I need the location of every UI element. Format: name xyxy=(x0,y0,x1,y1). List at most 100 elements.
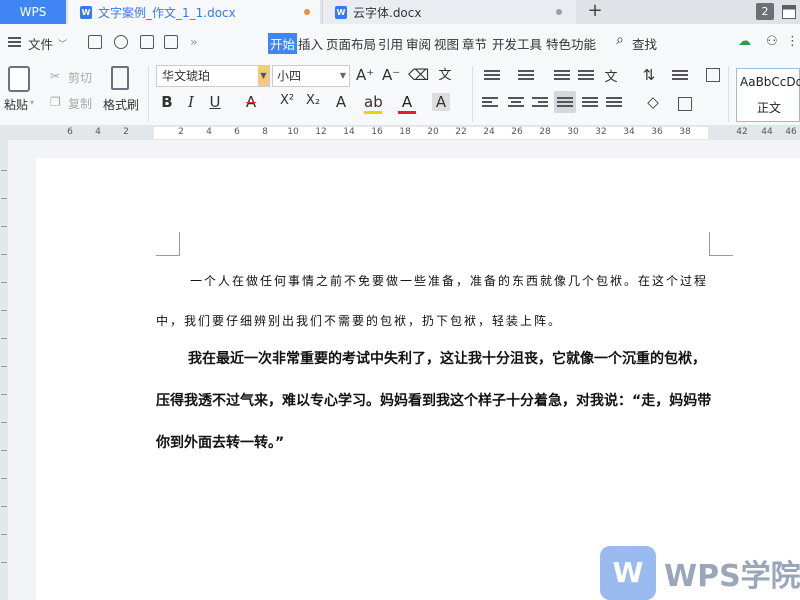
ruler-number: 24 xyxy=(483,127,495,137)
character-shading-icon[interactable]: A xyxy=(432,93,450,111)
align-left-icon[interactable] xyxy=(482,97,498,109)
tab-chapter[interactable]: 章节 xyxy=(462,34,487,53)
decrease-indent-icon[interactable] xyxy=(554,70,570,82)
increase-indent-icon[interactable] xyxy=(578,70,594,82)
format-painter-icon[interactable] xyxy=(111,66,129,90)
font-name-value: 华文琥珀 xyxy=(162,69,211,83)
tab-insert[interactable]: 插入 xyxy=(298,34,323,53)
chevron-down-icon[interactable]: ﹀ xyxy=(58,37,67,50)
strikethrough-button[interactable]: A xyxy=(242,93,260,111)
highlight-icon[interactable]: ab xyxy=(364,93,383,114)
more-icon[interactable]: » xyxy=(190,34,198,49)
ruler-number: 6 xyxy=(234,127,240,137)
ruler-number: 20 xyxy=(427,127,439,137)
divider xyxy=(148,66,149,122)
grow-font-icon[interactable]: A⁺ xyxy=(356,66,374,84)
wps-home-tab[interactable]: WPS xyxy=(0,0,66,24)
tab-developer[interactable]: 开发工具 xyxy=(492,34,542,53)
ruler-number: 18 xyxy=(399,127,411,137)
search-label[interactable]: 查找 xyxy=(632,34,657,53)
close-tab-icon[interactable] xyxy=(556,9,562,15)
margin-corner-mark xyxy=(156,232,180,256)
document-tab-inactive[interactable]: W 云字体.docx xyxy=(322,0,576,24)
unsaved-indicator-icon[interactable] xyxy=(304,9,310,15)
word-doc-icon: W xyxy=(80,5,92,19)
borders-icon[interactable] xyxy=(678,97,692,111)
superscript-button[interactable]: X² xyxy=(276,93,298,108)
horizontal-ruler[interactable]: 6 4 2 2 4 6 8 10 12 14 16 18 20 22 24 26… xyxy=(0,126,800,140)
subscript-button[interactable]: X₂ xyxy=(302,93,324,108)
share-user-icon[interactable]: ⚇ xyxy=(766,34,778,49)
vertical-ruler[interactable] xyxy=(0,140,8,600)
document-paragraph-selected-font[interactable]: 我在最近一次非常重要的考试中失利了，这让我十分沮丧，它就像一个沉重的包袱，压得我… xyxy=(156,338,716,464)
font-size-value: 小四 xyxy=(277,69,302,83)
document-page[interactable]: 一个人在做任何事情之前不免要做一些准备，准备的东西就像几个包袱。在这个过程中，我… xyxy=(36,158,800,600)
numbered-list-icon[interactable] xyxy=(518,70,534,82)
font-size-select[interactable]: 小四 ▼ xyxy=(272,65,350,87)
tab-count-badge[interactable]: 2 xyxy=(756,3,774,20)
clear-format-icon[interactable]: ⌫ xyxy=(408,66,429,84)
bullet-list-icon[interactable] xyxy=(484,70,500,82)
file-menu[interactable]: 文件 xyxy=(28,34,53,53)
ruler-number: 6 xyxy=(67,127,73,137)
chevron-down-icon[interactable]: ▼ xyxy=(258,66,269,86)
paste-button[interactable]: 粘贴 xyxy=(4,96,28,113)
align-right-icon[interactable] xyxy=(532,97,548,109)
ruler-number: 42 xyxy=(736,127,748,137)
watermark-text: WPS学院 xyxy=(664,559,800,594)
bold-button[interactable]: B xyxy=(158,93,176,111)
ruler-number: 36 xyxy=(651,127,663,137)
cut-button[interactable]: 剪切 xyxy=(68,69,92,86)
ruler-number: 28 xyxy=(539,127,551,137)
phonetic-guide-icon[interactable]: 文 xyxy=(436,64,454,83)
table-borders-icon[interactable] xyxy=(706,68,720,82)
format-painter-button[interactable]: 格式刷 xyxy=(103,96,139,113)
save-icon[interactable] xyxy=(88,35,102,49)
tab-special-features[interactable]: 特色功能 xyxy=(546,34,596,53)
style-normal[interactable]: AaBbCcDd 正文 xyxy=(736,68,800,122)
document-paragraph[interactable]: 一个人在做任何事情之前不免要做一些准备，准备的东西就像几个包袱。在这个过程中，我… xyxy=(156,261,716,341)
show-marks-icon[interactable] xyxy=(672,70,688,82)
chevron-down-icon[interactable]: ▼ xyxy=(340,66,346,86)
document-tab-active[interactable]: W 文字案例_作文_1_1.docx xyxy=(68,0,320,24)
ruler-number: 26 xyxy=(511,127,523,137)
tab-start[interactable]: 开始 xyxy=(268,33,298,54)
italic-button[interactable]: I xyxy=(182,93,200,111)
wps-academy-watermark: W WPS学院 xyxy=(600,546,800,600)
ribbon-toolbar: 粘贴 ▾ ✂ 剪切 ❐ 复制 格式刷 华文琥珀 ▼ 小四 ▼ A⁺ A⁻ ⌫ 文… xyxy=(0,60,800,126)
more-options-icon[interactable]: ⋮ xyxy=(786,34,799,49)
margin-corner-mark xyxy=(709,232,733,256)
ruler-number: 46 xyxy=(785,127,797,137)
cloud-sync-icon[interactable]: ☁ xyxy=(738,34,751,49)
font-color-icon[interactable]: A xyxy=(398,93,416,114)
justify-icon xyxy=(557,97,573,109)
font-name-select[interactable]: 华文琥珀 ▼ xyxy=(156,65,270,87)
line-spacing-icon[interactable] xyxy=(606,97,622,109)
print-preview-icon[interactable] xyxy=(164,35,178,49)
align-center-icon[interactable] xyxy=(508,97,524,109)
chevron-down-icon[interactable]: ▾ xyxy=(30,98,34,107)
search-icon[interactable]: ⌕ xyxy=(616,32,624,48)
tab-references[interactable]: 引用 xyxy=(378,34,403,53)
wps-logo-icon: W xyxy=(600,546,656,600)
export-icon[interactable] xyxy=(114,35,128,49)
ruler-number: 16 xyxy=(371,127,383,137)
shading-icon[interactable]: ◇ xyxy=(644,93,662,111)
underline-button[interactable]: U xyxy=(206,93,224,111)
distributed-align-icon[interactable] xyxy=(582,97,598,109)
new-tab-button[interactable]: + xyxy=(582,0,608,24)
copy-button[interactable]: 复制 xyxy=(68,95,92,112)
ruler-number: 4 xyxy=(206,127,212,137)
menu-hamburger-icon[interactable] xyxy=(8,37,21,47)
paste-icon[interactable] xyxy=(8,66,30,92)
sort-icon[interactable]: ⇅ xyxy=(640,66,658,84)
text-effect-icon[interactable]: A xyxy=(332,93,350,111)
tab-page-layout[interactable]: 页面布局 xyxy=(326,34,376,53)
window-layout-icon[interactable] xyxy=(782,5,796,19)
shrink-font-icon[interactable]: A⁻ xyxy=(382,66,400,84)
tab-review[interactable]: 审阅 xyxy=(406,34,431,53)
tab-view[interactable]: 视图 xyxy=(434,34,459,53)
chinese-layout-icon[interactable]: 文 xyxy=(602,66,620,85)
print-icon[interactable] xyxy=(140,35,154,49)
divider xyxy=(472,66,473,122)
